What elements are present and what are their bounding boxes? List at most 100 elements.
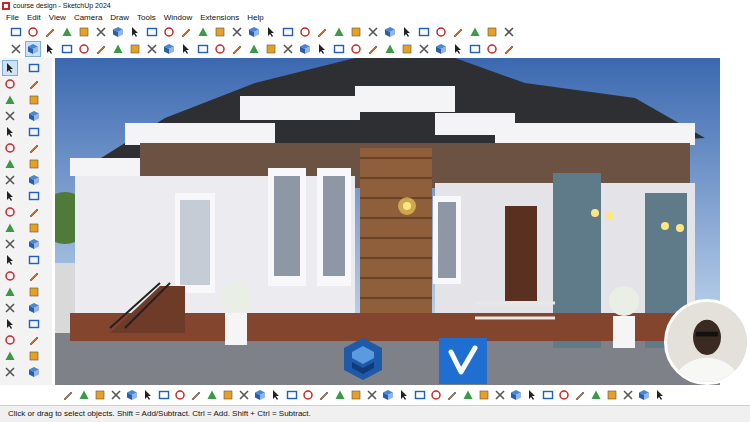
tool-button[interactable] <box>588 387 604 403</box>
tool-button[interactable] <box>127 24 143 40</box>
tool-button[interactable] <box>540 387 556 403</box>
tool-button[interactable] <box>26 300 42 316</box>
menu-item[interactable]: Window <box>160 12 196 23</box>
tool-button[interactable] <box>2 284 18 300</box>
tool-button[interactable] <box>263 41 279 57</box>
tool-button[interactable] <box>140 387 156 403</box>
tool-button[interactable] <box>188 387 204 403</box>
tool-button[interactable] <box>26 236 42 252</box>
tool-button[interactable] <box>127 41 143 57</box>
tool-button[interactable] <box>416 24 432 40</box>
tool-button[interactable] <box>178 41 194 57</box>
tool-button[interactable] <box>93 24 109 40</box>
tool-button[interactable] <box>636 387 652 403</box>
tool-button[interactable] <box>2 316 18 332</box>
tool-button[interactable] <box>2 300 18 316</box>
tool-button[interactable] <box>92 387 108 403</box>
tool-button[interactable] <box>2 92 18 108</box>
tool-button[interactable] <box>2 124 18 140</box>
tool-button[interactable] <box>2 76 18 92</box>
tool-button[interactable] <box>501 41 517 57</box>
menu-item[interactable]: File <box>2 12 23 23</box>
tool-button[interactable] <box>2 60 18 76</box>
tool-button[interactable] <box>110 24 126 40</box>
tool-button[interactable] <box>433 41 449 57</box>
tool-button[interactable] <box>444 387 460 403</box>
tool-button[interactable] <box>42 41 58 57</box>
tool-button[interactable] <box>204 387 220 403</box>
tool-button[interactable] <box>26 284 42 300</box>
tool-button[interactable] <box>212 41 228 57</box>
tool-button[interactable] <box>252 387 268 403</box>
tool-button[interactable] <box>2 348 18 364</box>
tool-button[interactable] <box>428 387 444 403</box>
tool-button[interactable] <box>172 387 188 403</box>
tool-button[interactable] <box>59 41 75 57</box>
tool-button[interactable] <box>484 41 500 57</box>
tool-button[interactable] <box>26 76 42 92</box>
tool-button[interactable] <box>297 41 313 57</box>
tool-button[interactable] <box>572 387 588 403</box>
tool-button[interactable] <box>556 387 572 403</box>
tool-button[interactable] <box>236 387 252 403</box>
tool-button[interactable] <box>300 387 316 403</box>
tool-button[interactable] <box>161 24 177 40</box>
tool-button[interactable] <box>365 24 381 40</box>
tool-button[interactable] <box>450 24 466 40</box>
menu-item[interactable]: Extensions <box>196 12 243 23</box>
tool-button[interactable] <box>331 24 347 40</box>
tool-button[interactable] <box>26 156 42 172</box>
tool-button[interactable] <box>508 387 524 403</box>
tool-button[interactable] <box>161 41 177 57</box>
tool-button[interactable] <box>26 188 42 204</box>
menu-item[interactable]: Help <box>243 12 267 23</box>
tool-button[interactable] <box>229 41 245 57</box>
tool-button[interactable] <box>2 172 18 188</box>
tool-button[interactable] <box>156 387 172 403</box>
tool-button[interactable] <box>416 41 432 57</box>
tool-button[interactable] <box>2 268 18 284</box>
tool-button[interactable] <box>26 172 42 188</box>
tool-button[interactable] <box>348 41 364 57</box>
tool-button[interactable] <box>195 41 211 57</box>
tool-button[interactable] <box>604 387 620 403</box>
tool-button[interactable] <box>26 204 42 220</box>
tool-button[interactable] <box>144 24 160 40</box>
tool-button[interactable] <box>476 387 492 403</box>
tool-button[interactable] <box>467 24 483 40</box>
tool-button[interactable] <box>229 24 245 40</box>
tool-button[interactable] <box>124 387 140 403</box>
tool-button[interactable] <box>492 387 508 403</box>
tool-button[interactable] <box>2 364 18 380</box>
tool-button[interactable] <box>2 108 18 124</box>
tool-button[interactable] <box>26 364 42 380</box>
tool-button[interactable] <box>26 252 42 268</box>
tool-button[interactable] <box>380 387 396 403</box>
tool-button[interactable] <box>108 387 124 403</box>
tool-button[interactable] <box>433 24 449 40</box>
tool-button[interactable] <box>76 24 92 40</box>
tool-button[interactable] <box>26 348 42 364</box>
tool-button[interactable] <box>25 24 41 40</box>
tool-button[interactable] <box>2 236 18 252</box>
tool-button[interactable] <box>364 387 380 403</box>
tool-button[interactable] <box>382 24 398 40</box>
tool-button[interactable] <box>178 24 194 40</box>
tool-button[interactable] <box>246 24 262 40</box>
tool-button[interactable] <box>220 387 236 403</box>
tool-button[interactable] <box>195 24 211 40</box>
tool-button[interactable] <box>2 188 18 204</box>
menu-item[interactable]: View <box>45 12 70 23</box>
tool-button[interactable] <box>212 24 228 40</box>
tool-button[interactable] <box>412 387 428 403</box>
tool-button[interactable] <box>460 387 476 403</box>
tool-button[interactable] <box>2 252 18 268</box>
tool-button[interactable] <box>2 140 18 156</box>
tool-button[interactable] <box>365 41 381 57</box>
tool-button[interactable] <box>59 24 75 40</box>
tool-button[interactable] <box>524 387 540 403</box>
tool-button[interactable] <box>467 41 483 57</box>
tool-button[interactable] <box>26 108 42 124</box>
tool-button[interactable] <box>110 41 126 57</box>
tool-button[interactable] <box>2 204 18 220</box>
